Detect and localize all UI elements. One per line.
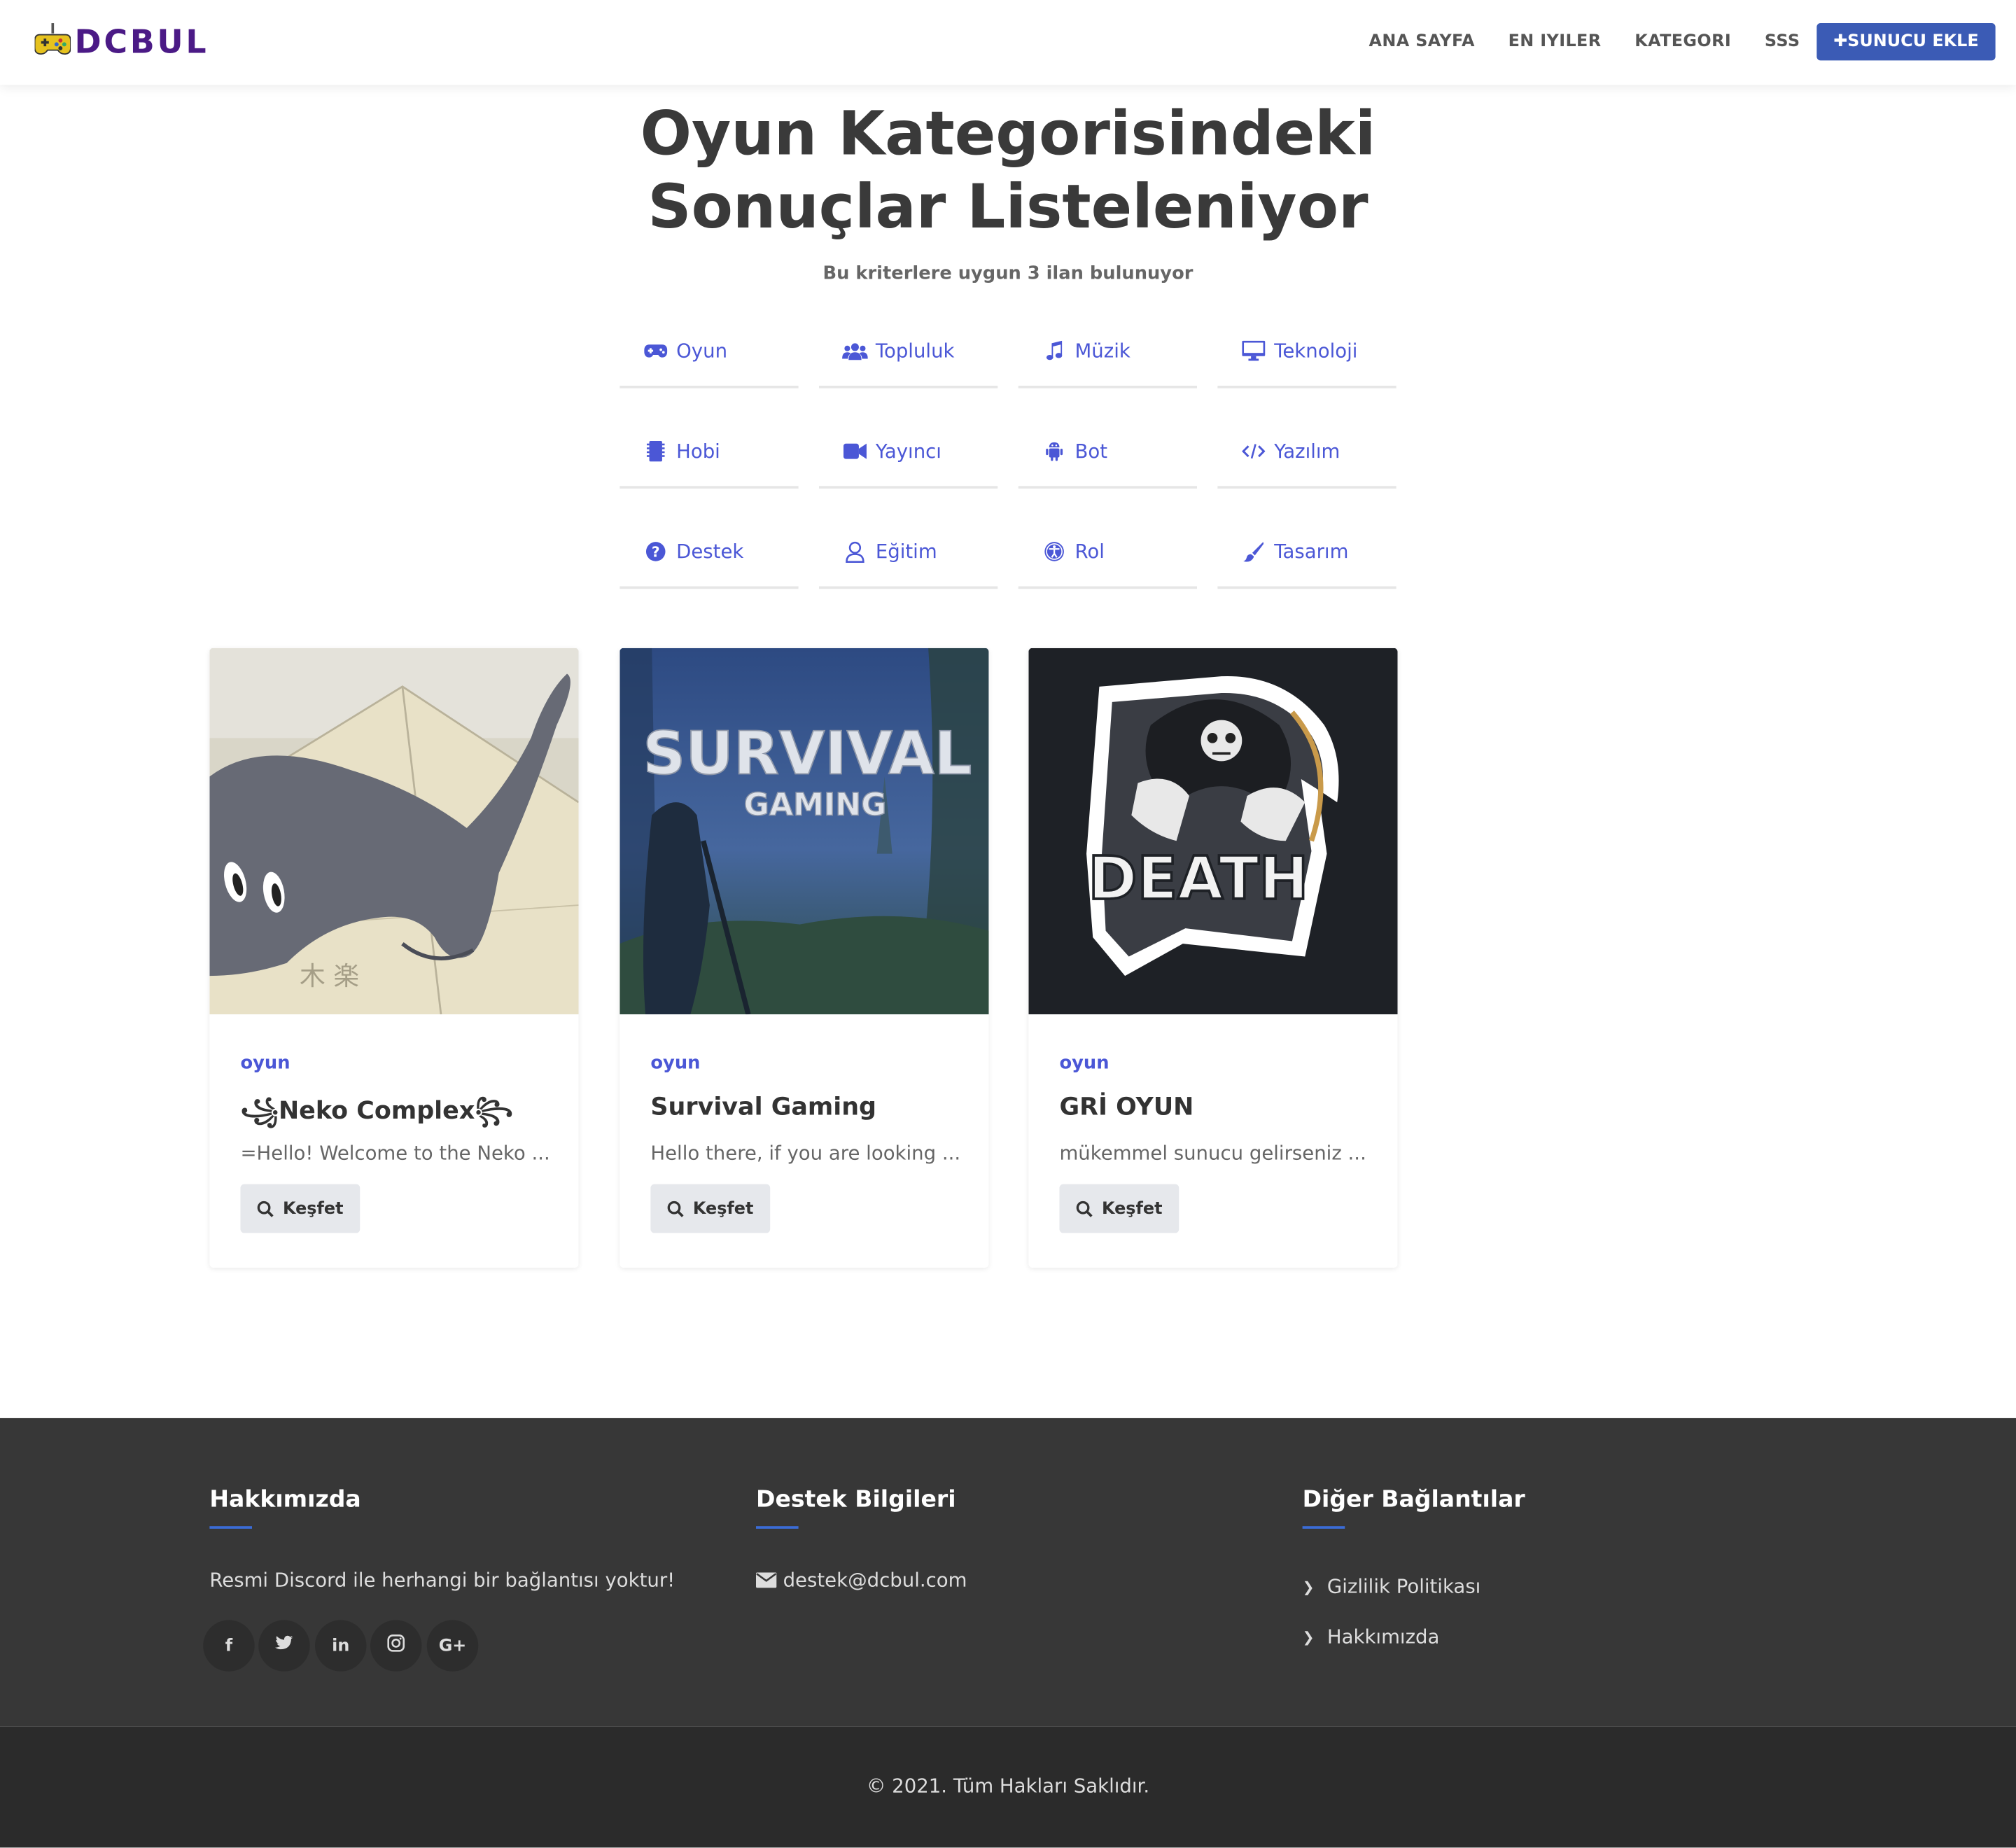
category-rol[interactable]: Rol bbox=[1018, 517, 1198, 589]
linkedin-icon: in bbox=[332, 1636, 350, 1656]
search-icon bbox=[1076, 1200, 1093, 1217]
death-image-text: DEATH bbox=[1088, 844, 1308, 913]
twitter-button[interactable] bbox=[258, 1620, 310, 1672]
category-egitim[interactable]: Eğitim bbox=[819, 517, 998, 589]
category-hobi[interactable]: Hobi bbox=[620, 416, 799, 489]
footer-divider bbox=[1302, 1526, 1345, 1529]
nav-category[interactable]: KATEGORI bbox=[1634, 32, 1731, 52]
nav-home[interactable]: ANA SAYFA bbox=[1369, 32, 1475, 52]
gamepad-icon bbox=[34, 23, 71, 62]
android-icon bbox=[1042, 441, 1068, 461]
support-email[interactable]: destek@dcbul.com bbox=[756, 1569, 967, 1592]
category-yazilim[interactable]: Yazılım bbox=[1217, 416, 1396, 489]
users-icon bbox=[842, 341, 868, 361]
twitter-icon bbox=[275, 1635, 293, 1656]
category-teknoloji[interactable]: Teknoloji bbox=[1217, 316, 1396, 388]
black-cat-image: 木 楽 bbox=[209, 648, 579, 1015]
results-count: Bu kriterlere uygun 3 ilan bulunuyor bbox=[822, 263, 1194, 284]
privacy-policy-link[interactable]: ❯ Gizlilik Politikası bbox=[1303, 1575, 1481, 1598]
navbar: DCBUL ANA SAYFA EN IYILER KATEGORI SSS ✚… bbox=[0, 0, 2016, 85]
footer-about-text: Resmi Discord ile herhangi bir bağlantıs… bbox=[209, 1568, 676, 1592]
server-card: DEATH oyun GRİ OYUN mükemmel sunucu geli… bbox=[1028, 648, 1398, 1268]
instagram-button[interactable] bbox=[370, 1620, 422, 1672]
footer-divider bbox=[756, 1526, 799, 1529]
code-icon bbox=[1240, 441, 1266, 461]
survival-image-text: SURVIVAL bbox=[643, 720, 972, 788]
main-nav: ANA SAYFA EN IYILER KATEGORI SSS ✚SUNUCU… bbox=[1369, 23, 1996, 61]
page: DCBUL ANA SAYFA EN IYILER KATEGORI SSS ✚… bbox=[0, 0, 2016, 1848]
server-card: 木 楽 oyun ꧁Neko Complex꧂ =Hello! Welcome … bbox=[209, 648, 579, 1268]
category-tasarim[interactable]: Tasarım bbox=[1217, 517, 1396, 589]
google-plus-icon: G+ bbox=[438, 1636, 467, 1656]
category-oyun[interactable]: Oyun bbox=[620, 316, 799, 388]
footer-about-title: Hakkımızda bbox=[209, 1486, 361, 1513]
video-icon bbox=[842, 441, 868, 461]
explore-button[interactable]: Keşfet bbox=[650, 1184, 771, 1233]
category-yayinci[interactable]: Yayıncı bbox=[819, 416, 998, 489]
desktop-icon bbox=[1240, 340, 1266, 361]
category-muzik[interactable]: Müzik bbox=[1018, 316, 1198, 388]
question-circle-icon: ? bbox=[643, 541, 668, 561]
music-icon bbox=[1042, 340, 1068, 361]
user-icon bbox=[842, 540, 868, 563]
explore-button[interactable]: Keşfet bbox=[240, 1184, 360, 1233]
chevron-right-icon: ❯ bbox=[1302, 1578, 1315, 1595]
search-icon bbox=[667, 1200, 684, 1217]
facebook-button[interactable]: f bbox=[203, 1620, 255, 1672]
plus-icon: ✚ bbox=[1833, 31, 1848, 52]
gamepad-icon bbox=[643, 341, 668, 361]
server-card: SURVIVAL GAMING oyun Survival Gaming Hel… bbox=[620, 648, 989, 1268]
category-bot[interactable]: Bot bbox=[1018, 416, 1198, 489]
card-tag[interactable]: oyun bbox=[650, 1053, 700, 1073]
card-description: Hello there, if you are looking ... bbox=[650, 1142, 961, 1166]
card-title[interactable]: Survival Gaming bbox=[650, 1093, 876, 1121]
card-description: mükemmel sunucu gelirseniz ... bbox=[1059, 1142, 1366, 1166]
svg-text:?: ? bbox=[652, 543, 660, 560]
footer-divider bbox=[209, 1526, 253, 1529]
nav-best[interactable]: EN IYILER bbox=[1508, 32, 1602, 52]
universal-access-icon bbox=[1042, 541, 1068, 561]
search-icon bbox=[257, 1200, 274, 1217]
death-reaper-logo-image: DEATH bbox=[1028, 648, 1398, 1015]
paint-brush-icon bbox=[1240, 541, 1266, 562]
copyright: © 2021. Tüm Hakları Saklıdır. bbox=[866, 1774, 1150, 1798]
nav-faq[interactable]: SSS bbox=[1765, 32, 1800, 52]
survival-gaming-image: SURVIVAL GAMING bbox=[620, 648, 989, 1015]
page-title: Oyun Kategorisindeki Sonuçlar Listeleniy… bbox=[640, 99, 1376, 244]
footer-support-title: Destek Bilgileri bbox=[756, 1486, 956, 1513]
microchip-icon bbox=[643, 441, 668, 462]
footer-links-title: Diğer Bağlantılar bbox=[1302, 1486, 1525, 1513]
category-topluluk[interactable]: Topluluk bbox=[819, 316, 998, 388]
explore-button[interactable]: Keşfet bbox=[1059, 1184, 1180, 1233]
instagram-icon bbox=[387, 1634, 405, 1657]
card-title[interactable]: GRİ OYUN bbox=[1059, 1093, 1194, 1121]
facebook-icon: f bbox=[225, 1636, 233, 1656]
svg-text:木 楽: 木 楽 bbox=[300, 961, 359, 991]
category-destek[interactable]: ? Destek bbox=[620, 517, 799, 589]
envelope-icon bbox=[756, 1572, 777, 1588]
brand-logo[interactable]: DCBUL bbox=[34, 23, 209, 62]
about-link[interactable]: ❯ Hakkımızda bbox=[1303, 1625, 1440, 1648]
gaming-image-text: GAMING bbox=[744, 787, 887, 822]
brand-name: DCBUL bbox=[74, 23, 209, 61]
linkedin-button[interactable]: in bbox=[315, 1620, 367, 1672]
card-tag[interactable]: oyun bbox=[1059, 1053, 1109, 1073]
add-server-button[interactable]: ✚SUNUCU EKLE bbox=[1816, 23, 1996, 61]
chevron-right-icon: ❯ bbox=[1302, 1628, 1315, 1646]
card-title[interactable]: ꧁Neko Complex꧂ bbox=[240, 1093, 512, 1142]
google-plus-button[interactable]: G+ bbox=[426, 1620, 479, 1672]
card-tag[interactable]: oyun bbox=[240, 1053, 290, 1073]
card-description: =Hello! Welcome to the Neko ... bbox=[240, 1142, 550, 1166]
